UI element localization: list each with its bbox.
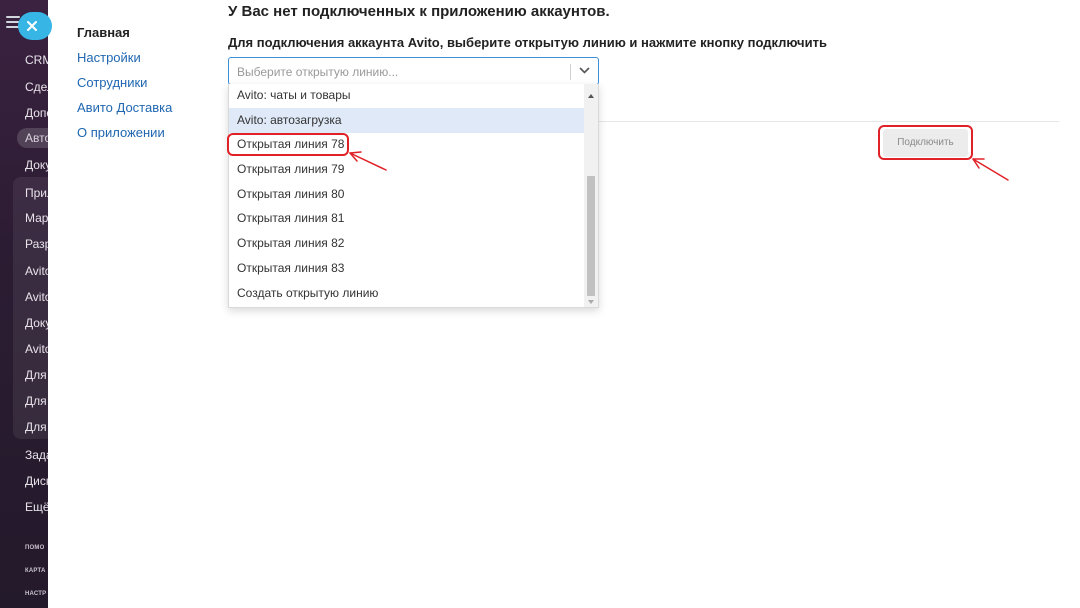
app-left-nav: Главная Настройки Сотрудники Авито Доста… (77, 25, 172, 150)
select-placeholder: Выберите открытую линию... (237, 65, 399, 79)
chevron-down-icon[interactable] (579, 67, 590, 74)
open-line-select[interactable]: Выберите открытую линию... (228, 57, 599, 85)
dropdown-option[interactable]: Avito: чаты и товары (229, 84, 585, 108)
sidebar-item[interactable]: Зада (25, 448, 48, 462)
sidebar-item[interactable]: Доку (25, 316, 48, 330)
scrollbar-thumb[interactable] (587, 176, 595, 296)
connect-button[interactable]: Подключить (883, 129, 968, 157)
dropdown-option[interactable]: Создать открытую линию (229, 281, 585, 306)
sidebar-item[interactable]: Avito (25, 290, 48, 304)
open-line-dropdown: Avito: чаты и товары Avito: автозагрузка… (228, 84, 599, 308)
sidebar-item[interactable]: Для т (25, 368, 48, 382)
sidebar-item[interactable]: Для т (25, 420, 48, 434)
sidebar-footer-item[interactable]: КАРТА (25, 568, 46, 574)
sidebar-item[interactable]: Avito (25, 264, 48, 278)
nav-item-avito-delivery[interactable]: Авито Доставка (77, 100, 172, 115)
sidebar-item[interactable]: Avito (25, 342, 48, 356)
sidebar-item[interactable]: Марк (25, 211, 48, 225)
scroll-up-icon[interactable] (588, 94, 594, 98)
sidebar-item[interactable]: Для т (25, 394, 48, 408)
dropdown-option[interactable]: Открытая линия 83 (229, 256, 585, 281)
sidebar-item[interactable]: Сдел (25, 80, 48, 94)
dropdown-scrollbar[interactable] (584, 84, 598, 307)
sidebar-item[interactable]: Допо (25, 106, 48, 120)
sidebar-item[interactable]: Авто (17, 128, 48, 148)
close-slider-button[interactable] (18, 12, 52, 40)
dropdown-option[interactable]: Открытая линия 80 (229, 182, 585, 207)
sidebar-item[interactable]: Прил (25, 186, 48, 200)
nav-item-about[interactable]: О приложении (77, 125, 172, 140)
sidebar-item[interactable]: Ещё (25, 500, 48, 514)
sidebar-item[interactable]: Диск (25, 474, 48, 488)
sidebar-item[interactable]: CRM (25, 53, 48, 67)
dropdown-option[interactable]: Открытая линия 79 (229, 157, 585, 182)
bitrix-sidebar: CRM Сдел Допо Авто Доку Прил Марк Разр Avito Avit… (0, 0, 48, 608)
sidebar-footer-item[interactable]: НАСТР (25, 591, 46, 597)
app-slider-panel: Главная Настройки Сотрудники Авито Доста… (48, 0, 1080, 608)
sidebar-footer-item[interactable]: ПОМО (25, 545, 44, 551)
page-title: У Вас нет подключенных к приложению акка… (228, 3, 610, 20)
nav-item-settings[interactable]: Настройки (77, 50, 172, 65)
nav-item-home[interactable]: Главная (77, 25, 172, 40)
dropdown-option[interactable]: Открытая линия 81 (229, 206, 585, 231)
sidebar-item[interactable]: Доку (25, 158, 48, 172)
sidebar-item[interactable]: Разр (25, 237, 48, 251)
divider (599, 121, 1059, 122)
select-separator (570, 64, 571, 80)
close-icon (27, 21, 37, 31)
scroll-down-icon[interactable] (588, 300, 594, 304)
nav-item-employees[interactable]: Сотрудники (77, 75, 172, 90)
dropdown-option[interactable]: Avito: автозагрузка (229, 108, 585, 133)
instruction-text: Для подключения аккаунта Avito, выберите… (228, 35, 827, 50)
dropdown-option[interactable]: Открытая линия 82 (229, 231, 585, 256)
dropdown-option[interactable]: Открытая линия 78 (229, 132, 585, 157)
